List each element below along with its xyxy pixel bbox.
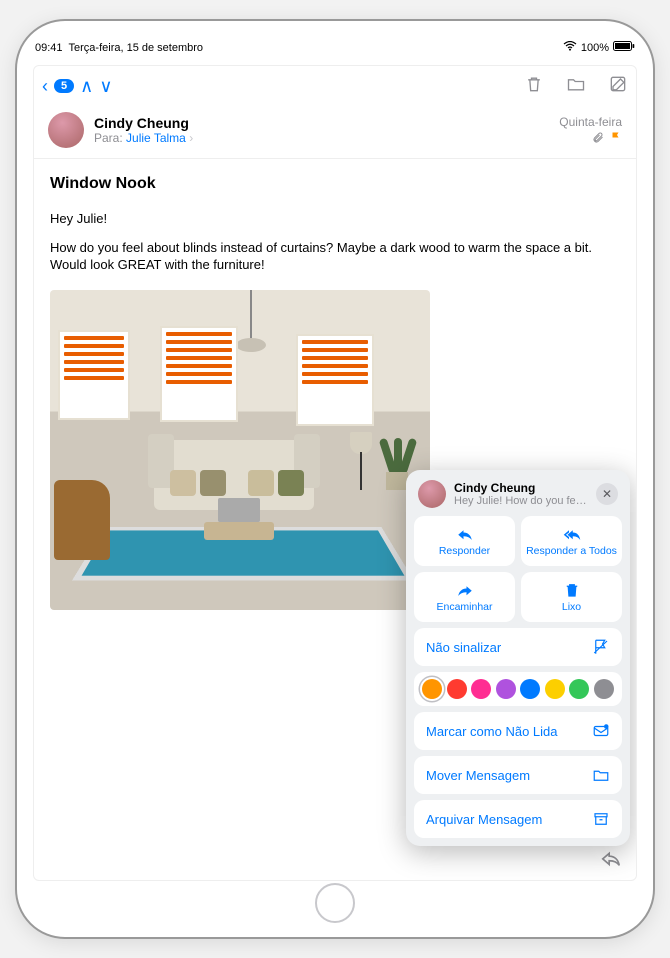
message-text: How do you feel about blinds instead of … xyxy=(50,240,620,274)
unread-badge: 5 xyxy=(54,79,74,93)
status-bar: 09:41 Terça-feira, 15 de setembro 100% xyxy=(35,41,635,54)
status-date: Terça-feira, 15 de setembro xyxy=(69,42,204,54)
popover-avatar xyxy=(418,480,446,508)
trash-icon[interactable] xyxy=(524,74,544,99)
unflag-action[interactable]: Não sinalizar xyxy=(414,628,622,666)
archive-label: Arquivar Mensagem xyxy=(426,812,542,827)
home-button[interactable] xyxy=(315,883,355,923)
flag-color-dot[interactable] xyxy=(569,679,589,699)
folder-icon[interactable] xyxy=(566,74,586,99)
battery-pct: 100% xyxy=(581,42,609,54)
battery-icon xyxy=(613,41,635,54)
message-subject: Window Nook xyxy=(50,175,620,193)
mark-unread-label: Marcar como Não Lida xyxy=(426,724,558,739)
reply-label: Responder xyxy=(439,545,490,557)
flag-color-dot[interactable] xyxy=(471,679,491,699)
flag-colors-row xyxy=(414,672,622,706)
message-greeting: Hey Julie! xyxy=(50,211,620,226)
mail-screen: ‹ 5 ∧ ∨ Cindy Cheung xyxy=(33,65,637,881)
prev-message-button[interactable]: ∧ xyxy=(80,76,93,97)
flag-color-dot[interactable] xyxy=(545,679,565,699)
flag-color-dot[interactable] xyxy=(520,679,540,699)
compose-icon[interactable] xyxy=(608,74,628,99)
wifi-icon xyxy=(563,41,577,54)
flag-color-dot[interactable] xyxy=(594,679,614,699)
actions-popover: Cindy Cheung Hey Julie! How do you feel … xyxy=(406,470,630,846)
reply-all-label: Responder a Todos xyxy=(526,545,617,557)
to-label: Para: xyxy=(94,131,123,145)
attachment-icon xyxy=(592,131,604,146)
to-line[interactable]: Para: Julie Talma › xyxy=(94,131,559,145)
popover-preview: Hey Julie! How do you feel ab… xyxy=(454,495,588,507)
flag-color-dot[interactable] xyxy=(422,679,442,699)
trash-label: Lixo xyxy=(562,601,581,613)
archive-action[interactable]: Arquivar Mensagem xyxy=(414,800,622,838)
mark-unread-action[interactable]: Marcar como Não Lida xyxy=(414,712,622,750)
mail-toolbar: ‹ 5 ∧ ∨ xyxy=(34,66,636,106)
forward-label: Encaminhar xyxy=(436,601,492,613)
status-time: 09:41 xyxy=(35,42,63,54)
message-date: Quinta-feira xyxy=(559,115,622,129)
close-icon[interactable]: ✕ xyxy=(596,483,618,505)
back-button[interactable]: ‹ xyxy=(42,76,48,97)
unflag-label: Não sinalizar xyxy=(426,640,501,655)
attached-photo[interactable] xyxy=(50,290,430,610)
chevron-right-icon: › xyxy=(189,131,193,145)
flag-color-dot[interactable] xyxy=(496,679,516,699)
popover-sender: Cindy Cheung xyxy=(454,481,588,495)
reply-action[interactable]: Responder xyxy=(414,516,515,566)
message-header: Cindy Cheung Para: Julie Talma › Quinta-… xyxy=(34,106,636,159)
flag-icon xyxy=(610,131,622,146)
reply-button[interactable] xyxy=(600,847,622,874)
reply-all-action[interactable]: Responder a Todos xyxy=(521,516,622,566)
sender-avatar[interactable] xyxy=(48,112,84,148)
move-label: Mover Mensagem xyxy=(426,768,530,783)
ipad-device: 09:41 Terça-feira, 15 de setembro 100% ‹… xyxy=(15,19,655,939)
move-action[interactable]: Mover Mensagem xyxy=(414,756,622,794)
sender-name[interactable]: Cindy Cheung xyxy=(94,115,559,131)
trash-action[interactable]: Lixo xyxy=(521,572,622,622)
flag-color-dot[interactable] xyxy=(447,679,467,699)
next-message-button[interactable]: ∨ xyxy=(99,76,112,97)
forward-action[interactable]: Encaminhar xyxy=(414,572,515,622)
to-recipient: Julie Talma xyxy=(126,131,186,145)
